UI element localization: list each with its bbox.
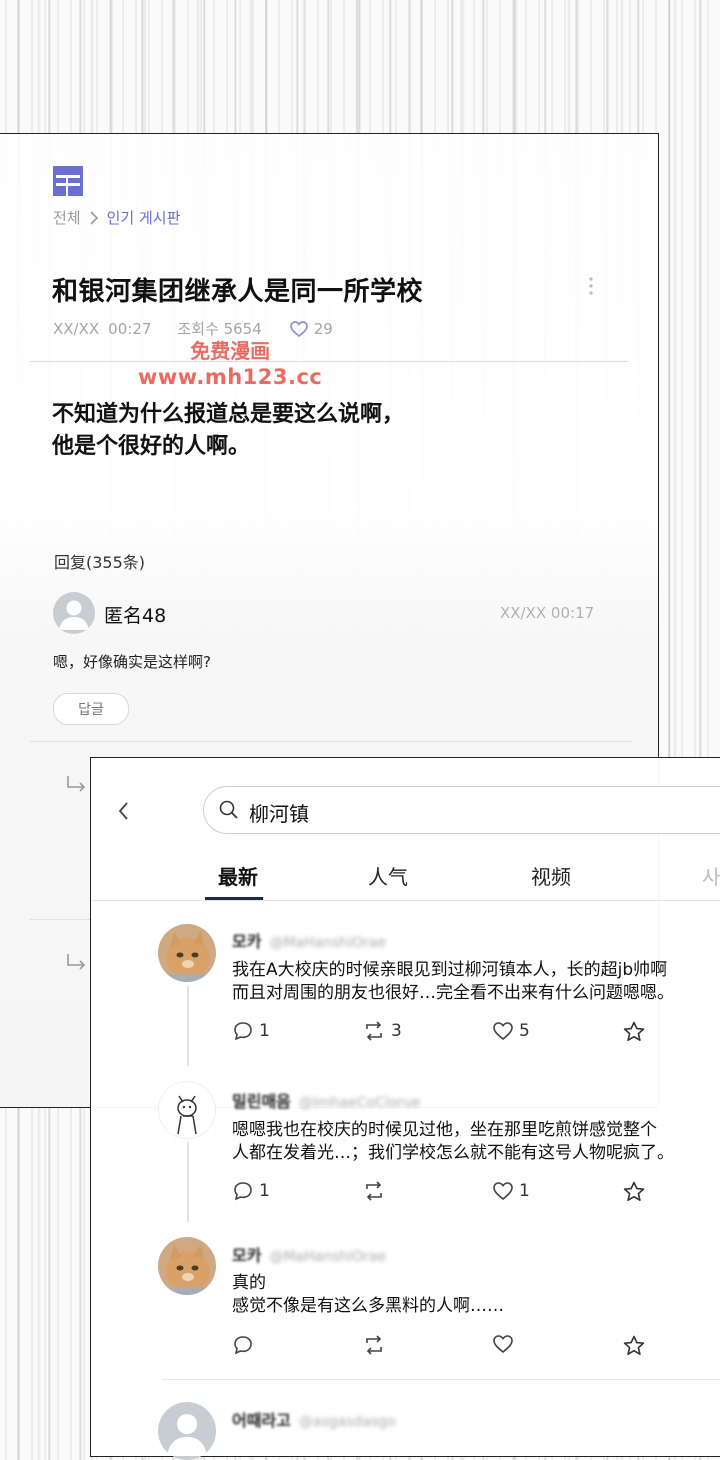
post-time: 00:27 bbox=[108, 319, 152, 338]
drawing-avatar-icon bbox=[177, 1095, 197, 1135]
user-icon bbox=[59, 600, 89, 630]
reply-action[interactable] bbox=[233, 1335, 253, 1355]
retweet-action[interactable] bbox=[363, 1335, 385, 1355]
post-title: 和银河集团继承人是同一所学校 bbox=[52, 277, 424, 307]
post-text: 嗯嗯我也在校庆的时候见过他，坐在那里吃煎饼感觉整个 人都在发着光…；我们学校怎么… bbox=[232, 1119, 674, 1165]
divider bbox=[91, 900, 720, 901]
like-action[interactable]: 1 bbox=[493, 1181, 530, 1201]
reply-button[interactable]: 답글 bbox=[53, 693, 129, 725]
breadcrumb-root[interactable]: 전체 bbox=[53, 207, 81, 228]
avatar bbox=[53, 592, 95, 634]
retweet-count: 3 bbox=[391, 1021, 402, 1041]
avatar[interactable] bbox=[158, 1237, 216, 1295]
post-likes-count: 29 bbox=[313, 319, 333, 338]
heart-icon bbox=[289, 320, 308, 337]
divider bbox=[30, 361, 628, 362]
heart-icon bbox=[493, 1335, 513, 1353]
author-name: 모카 bbox=[232, 932, 262, 951]
reply-action[interactable]: 1 bbox=[233, 1021, 270, 1041]
comment-icon bbox=[234, 1336, 252, 1355]
tab-video[interactable]: 视频 bbox=[531, 861, 571, 890]
avatar[interactable] bbox=[158, 1081, 216, 1139]
tab-more[interactable]: 사 bbox=[702, 861, 720, 890]
author-handle: @ImhaeCoClorue bbox=[298, 1095, 421, 1111]
comment-text: 嗯，好像确实是这样啊? bbox=[53, 653, 211, 671]
reply-count: 1 bbox=[259, 1181, 270, 1201]
watermark: 免费漫画 www.mh123.cc bbox=[138, 338, 322, 390]
author-name: 어때라고 bbox=[232, 1411, 291, 1430]
retweet-action[interactable]: 3 bbox=[363, 1021, 402, 1041]
author-handle: @asgasdasgo bbox=[298, 1414, 396, 1430]
post-views: 조회수 5654 bbox=[177, 320, 262, 338]
replies-header: 回复(355条) bbox=[54, 553, 146, 572]
avatar[interactable] bbox=[158, 924, 216, 982]
author-handle: @MaHanshiOrae bbox=[269, 1249, 387, 1265]
more-options-icon[interactable] bbox=[586, 276, 596, 296]
star-icon[interactable] bbox=[623, 1335, 645, 1356]
breadcrumb: 전체 인기 게시판 bbox=[53, 207, 180, 228]
post-text: 真的 感觉不像是有这么多黑料的人啊…… bbox=[232, 1272, 504, 1318]
post-meta: XX/XX 00:27 조회수 5654 29 bbox=[53, 318, 333, 339]
reply-arrow-icon bbox=[67, 954, 86, 970]
tab-popular[interactable]: 人气 bbox=[368, 861, 408, 890]
comment-icon bbox=[234, 1022, 252, 1041]
star-icon[interactable] bbox=[623, 1021, 645, 1042]
post-author: 모카 @MaHanshiOrae bbox=[232, 928, 386, 952]
post-date: XX/XX bbox=[53, 319, 100, 338]
post-body-line2: 他是个很好的人啊。 bbox=[52, 434, 251, 459]
search-query: 柳河镇 bbox=[249, 802, 309, 826]
post-text-line1: 嗯嗯我也在校庆的时候见过他，坐在那里吃煎饼感觉整个 bbox=[232, 1120, 657, 1140]
reply-action[interactable]: 1 bbox=[233, 1181, 270, 1201]
heart-icon bbox=[493, 1182, 513, 1200]
reply-arrow-icon bbox=[67, 776, 86, 792]
post-author: 밀린매음 @ImhaeCoClorue bbox=[232, 1088, 421, 1112]
divider bbox=[162, 1379, 720, 1380]
back-arrow-icon[interactable] bbox=[112, 799, 136, 823]
divider bbox=[30, 741, 632, 742]
watermark-line2: www.mh123.cc bbox=[138, 365, 323, 389]
breadcrumb-current[interactable]: 인기 게시판 bbox=[107, 207, 181, 228]
comment-author: 匿名48 bbox=[104, 605, 167, 627]
watermark-line1: 免费漫画 bbox=[190, 339, 271, 363]
heart-icon bbox=[493, 1022, 513, 1040]
post-text-line2: 人都在发着光…；我们学校怎么就不能有这号人物呢疯了。 bbox=[232, 1143, 674, 1163]
thread-line bbox=[187, 986, 189, 1066]
board-logo-icon[interactable] bbox=[53, 166, 83, 196]
like-action[interactable] bbox=[493, 1335, 513, 1353]
post-likes[interactable]: 29 bbox=[289, 319, 333, 338]
cat-avatar-icon bbox=[158, 924, 216, 982]
comment-icon bbox=[234, 1182, 252, 1201]
post-author: 모카 @MaHanshiOrae bbox=[232, 1242, 386, 1266]
cat-avatar-icon bbox=[158, 1237, 216, 1295]
post-author: 어때라고 @asgasdasgo bbox=[232, 1407, 396, 1431]
thread-line bbox=[187, 1142, 189, 1222]
like-count: 1 bbox=[519, 1181, 530, 1201]
post-text-line1: 真的 bbox=[232, 1273, 266, 1293]
like-count: 5 bbox=[519, 1021, 530, 1041]
retweet-action[interactable] bbox=[363, 1181, 391, 1201]
post-text-line1: 我在A大校庆的时候亲眼见到过柳河镇本人，长的超jb帅啊 bbox=[232, 960, 668, 980]
user-icon bbox=[167, 1414, 207, 1456]
reply-count: 1 bbox=[259, 1021, 270, 1041]
post-text-line2: 感觉不像是有这么多黑料的人啊…… bbox=[232, 1296, 504, 1316]
star-icon[interactable] bbox=[623, 1181, 645, 1202]
divider bbox=[30, 919, 90, 920]
author-name: 모카 bbox=[232, 1246, 262, 1265]
chevron-right-icon bbox=[90, 210, 98, 225]
post-body: 不知道为什么报道总是要这么说啊， 他是个很好的人啊。 bbox=[52, 399, 512, 463]
retweet-icon bbox=[366, 1335, 382, 1355]
search-icon bbox=[219, 800, 238, 819]
comment-timestamp: XX/XX 00:17 bbox=[500, 604, 595, 622]
retweet-icon bbox=[366, 1181, 382, 1201]
like-action[interactable]: 5 bbox=[493, 1021, 530, 1041]
post-text: 我在A大校庆的时候亲眼见到过柳河镇本人，长的超jb帅啊 而且对周围的朋友也很好…… bbox=[232, 959, 674, 1005]
post-body-line1: 不知道为什么报道总是要这么说啊， bbox=[52, 402, 405, 427]
author-name: 밀린매음 bbox=[232, 1092, 291, 1111]
tab-latest[interactable]: 最新 bbox=[218, 861, 258, 890]
post-text-line2: 而且对周围的朋友也很好…完全看不出来有什么问题嗯嗯。 bbox=[232, 983, 674, 1003]
retweet-icon bbox=[366, 1021, 382, 1041]
author-handle: @MaHanshiOrae bbox=[269, 935, 387, 951]
avatar[interactable] bbox=[158, 1402, 216, 1460]
